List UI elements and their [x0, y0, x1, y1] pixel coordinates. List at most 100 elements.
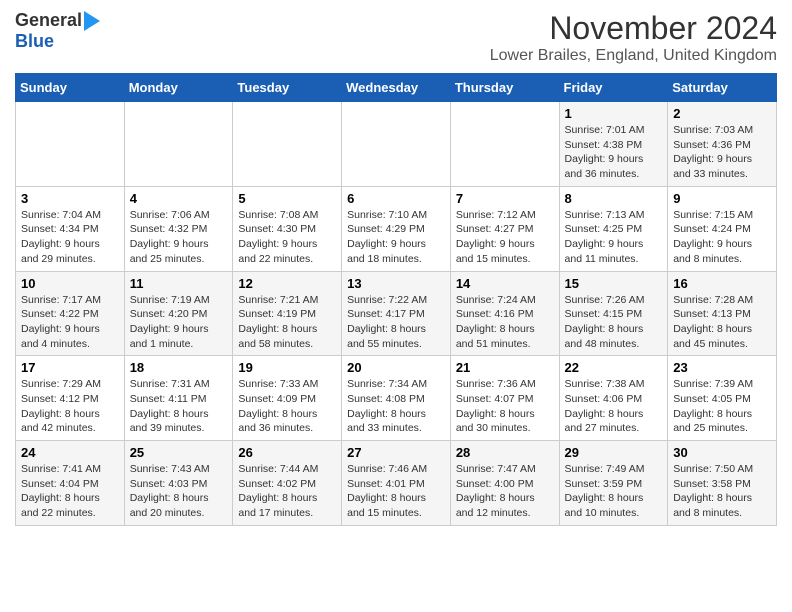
day-header-row: SundayMondayTuesdayWednesdayThursdayFrid…	[16, 74, 777, 102]
day-info: Sunrise: 7:21 AM Sunset: 4:19 PM Dayligh…	[238, 293, 336, 352]
calendar-cell: 23 Sunrise: 7:39 AM Sunset: 4:05 PM Dayli…	[668, 356, 777, 441]
day-of-week-header: Monday	[124, 74, 233, 102]
calendar-cell	[450, 102, 559, 187]
header: General Blue November 2024 Lower Brailes…	[15, 10, 777, 65]
day-info: Sunrise: 7:43 AM Sunset: 4:03 PM Dayligh…	[130, 462, 228, 521]
calendar-cell: 9Sunrise: 7:15 AM Sunset: 4:24 PM Daylig…	[668, 186, 777, 271]
day-info: Sunrise: 7:06 AM Sunset: 4:32 PM Dayligh…	[130, 208, 228, 267]
day-info: Sunrise: 7:47 AM Sunset: 4:00 PM Dayligh…	[456, 462, 554, 521]
day-info: Sunrise: 7:44 AM Sunset: 4:02 PM Dayligh…	[238, 462, 336, 521]
day-info: Sunrise: 7:29 AM Sunset: 4:12 PM Dayligh…	[21, 377, 119, 436]
day-info: Sunrise: 7:34 AM Sunset: 4:08 PM Dayligh…	[347, 377, 445, 436]
day-number: 21	[456, 360, 554, 375]
day-info: Sunrise: 7:33 AM Sunset: 4:09 PM Dayligh…	[238, 377, 336, 436]
calendar-cell: 19 Sunrise: 7:33 AM Sunset: 4:09 PM Dayli…	[233, 356, 342, 441]
day-number: 23	[673, 360, 771, 375]
day-info: Sunrise: 7:08 AM Sunset: 4:30 PM Dayligh…	[238, 208, 336, 267]
day-number: 16	[673, 276, 771, 291]
calendar-cell	[124, 102, 233, 187]
day-of-week-header: Tuesday	[233, 74, 342, 102]
day-number: 17	[21, 360, 119, 375]
day-info: Sunrise: 7:31 AM Sunset: 4:11 PM Dayligh…	[130, 377, 228, 436]
calendar-cell: 22 Sunrise: 7:38 AM Sunset: 4:06 PM Dayli…	[559, 356, 668, 441]
day-info: Sunrise: 7:24 AM Sunset: 4:16 PM Dayligh…	[456, 293, 554, 352]
day-info: Sunrise: 7:17 AM Sunset: 4:22 PM Dayligh…	[21, 293, 119, 352]
day-of-week-header: Thursday	[450, 74, 559, 102]
calendar-cell: 25 Sunrise: 7:43 AM Sunset: 4:03 PM Dayli…	[124, 441, 233, 526]
calendar-cell: 30 Sunrise: 7:50 AM Sunset: 3:58 PM Dayli…	[668, 441, 777, 526]
day-of-week-header: Saturday	[668, 74, 777, 102]
calendar-cell: 1 Sunrise: 7:01 AM Sunset: 4:38 PM Daylig…	[559, 102, 668, 187]
calendar-cell: 16 Sunrise: 7:28 AM Sunset: 4:13 PM Dayli…	[668, 271, 777, 356]
day-number: 24	[21, 445, 119, 460]
calendar-cell: 21 Sunrise: 7:36 AM Sunset: 4:07 PM Dayli…	[450, 356, 559, 441]
logo-general-text: General	[15, 10, 82, 31]
calendar-cell: 14 Sunrise: 7:24 AM Sunset: 4:16 PM Dayli…	[450, 271, 559, 356]
calendar-cell: 7Sunrise: 7:12 AM Sunset: 4:27 PM Daylig…	[450, 186, 559, 271]
calendar-cell: 27Sunrise: 7:46 AM Sunset: 4:01 PM Dayli…	[342, 441, 451, 526]
day-info: Sunrise: 7:38 AM Sunset: 4:06 PM Dayligh…	[565, 377, 663, 436]
day-info: Sunrise: 7:22 AM Sunset: 4:17 PM Dayligh…	[347, 293, 445, 352]
day-number: 1	[565, 106, 663, 121]
day-of-week-header: Sunday	[16, 74, 125, 102]
day-info: Sunrise: 7:28 AM Sunset: 4:13 PM Dayligh…	[673, 293, 771, 352]
day-number: 5	[238, 191, 336, 206]
day-info: Sunrise: 7:10 AM Sunset: 4:29 PM Dayligh…	[347, 208, 445, 267]
calendar-cell: 15 Sunrise: 7:26 AM Sunset: 4:15 PM Dayli…	[559, 271, 668, 356]
day-number: 15	[565, 276, 663, 291]
day-number: 25	[130, 445, 228, 460]
calendar-cell: 2 Sunrise: 7:03 AM Sunset: 4:36 PM Daylig…	[668, 102, 777, 187]
day-number: 2	[673, 106, 771, 121]
day-of-week-header: Wednesday	[342, 74, 451, 102]
day-number: 26	[238, 445, 336, 460]
day-number: 6	[347, 191, 445, 206]
calendar-cell: 18 Sunrise: 7:31 AM Sunset: 4:11 PM Dayli…	[124, 356, 233, 441]
calendar-cell: 29Sunrise: 7:49 AM Sunset: 3:59 PM Dayli…	[559, 441, 668, 526]
day-number: 14	[456, 276, 554, 291]
day-number: 13	[347, 276, 445, 291]
day-number: 11	[130, 276, 228, 291]
day-info: Sunrise: 7:13 AM Sunset: 4:25 PM Dayligh…	[565, 208, 663, 267]
logo-arrow-icon	[84, 11, 100, 31]
day-number: 10	[21, 276, 119, 291]
calendar-cell: 10 Sunrise: 7:17 AM Sunset: 4:22 PM Dayli…	[16, 271, 125, 356]
calendar-body: 1 Sunrise: 7:01 AM Sunset: 4:38 PM Daylig…	[16, 102, 777, 526]
day-number: 22	[565, 360, 663, 375]
calendar-cell: 11Sunrise: 7:19 AM Sunset: 4:20 PM Dayli…	[124, 271, 233, 356]
calendar-cell: 20 Sunrise: 7:34 AM Sunset: 4:08 PM Dayli…	[342, 356, 451, 441]
calendar-cell: 4Sunrise: 7:06 AM Sunset: 4:32 PM Daylig…	[124, 186, 233, 271]
calendar-header: SundayMondayTuesdayWednesdayThursdayFrid…	[16, 74, 777, 102]
day-info: Sunrise: 7:41 AM Sunset: 4:04 PM Dayligh…	[21, 462, 119, 521]
calendar-cell: 12Sunrise: 7:21 AM Sunset: 4:19 PM Dayli…	[233, 271, 342, 356]
logo: General Blue	[15, 10, 100, 52]
day-number: 30	[673, 445, 771, 460]
logo-blue-text: Blue	[15, 31, 54, 52]
calendar-week-row: 1 Sunrise: 7:01 AM Sunset: 4:38 PM Daylig…	[16, 102, 777, 187]
day-info: Sunrise: 7:39 AM Sunset: 4:05 PM Dayligh…	[673, 377, 771, 436]
day-info: Sunrise: 7:12 AM Sunset: 4:27 PM Dayligh…	[456, 208, 554, 267]
location-title: Lower Brailes, England, United Kingdom	[490, 47, 777, 65]
day-info: Sunrise: 7:26 AM Sunset: 4:15 PM Dayligh…	[565, 293, 663, 352]
day-number: 8	[565, 191, 663, 206]
day-info: Sunrise: 7:15 AM Sunset: 4:24 PM Dayligh…	[673, 208, 771, 267]
day-number: 20	[347, 360, 445, 375]
calendar-cell: 6 Sunrise: 7:10 AM Sunset: 4:29 PM Daylig…	[342, 186, 451, 271]
calendar-cell: 24 Sunrise: 7:41 AM Sunset: 4:04 PM Dayli…	[16, 441, 125, 526]
month-title: November 2024	[490, 10, 777, 47]
calendar-cell: 28 Sunrise: 7:47 AM Sunset: 4:00 PM Dayli…	[450, 441, 559, 526]
calendar-week-row: 3Sunrise: 7:04 AM Sunset: 4:34 PM Daylig…	[16, 186, 777, 271]
day-info: Sunrise: 7:49 AM Sunset: 3:59 PM Dayligh…	[565, 462, 663, 521]
calendar-cell: 26 Sunrise: 7:44 AM Sunset: 4:02 PM Dayli…	[233, 441, 342, 526]
day-number: 27	[347, 445, 445, 460]
calendar-cell: 5 Sunrise: 7:08 AM Sunset: 4:30 PM Daylig…	[233, 186, 342, 271]
day-info: Sunrise: 7:03 AM Sunset: 4:36 PM Dayligh…	[673, 123, 771, 182]
day-number: 28	[456, 445, 554, 460]
day-info: Sunrise: 7:01 AM Sunset: 4:38 PM Dayligh…	[565, 123, 663, 182]
day-info: Sunrise: 7:50 AM Sunset: 3:58 PM Dayligh…	[673, 462, 771, 521]
day-number: 18	[130, 360, 228, 375]
day-info: Sunrise: 7:36 AM Sunset: 4:07 PM Dayligh…	[456, 377, 554, 436]
calendar-cell: 8 Sunrise: 7:13 AM Sunset: 4:25 PM Daylig…	[559, 186, 668, 271]
calendar-cell	[16, 102, 125, 187]
day-number: 19	[238, 360, 336, 375]
calendar-week-row: 17 Sunrise: 7:29 AM Sunset: 4:12 PM Dayli…	[16, 356, 777, 441]
